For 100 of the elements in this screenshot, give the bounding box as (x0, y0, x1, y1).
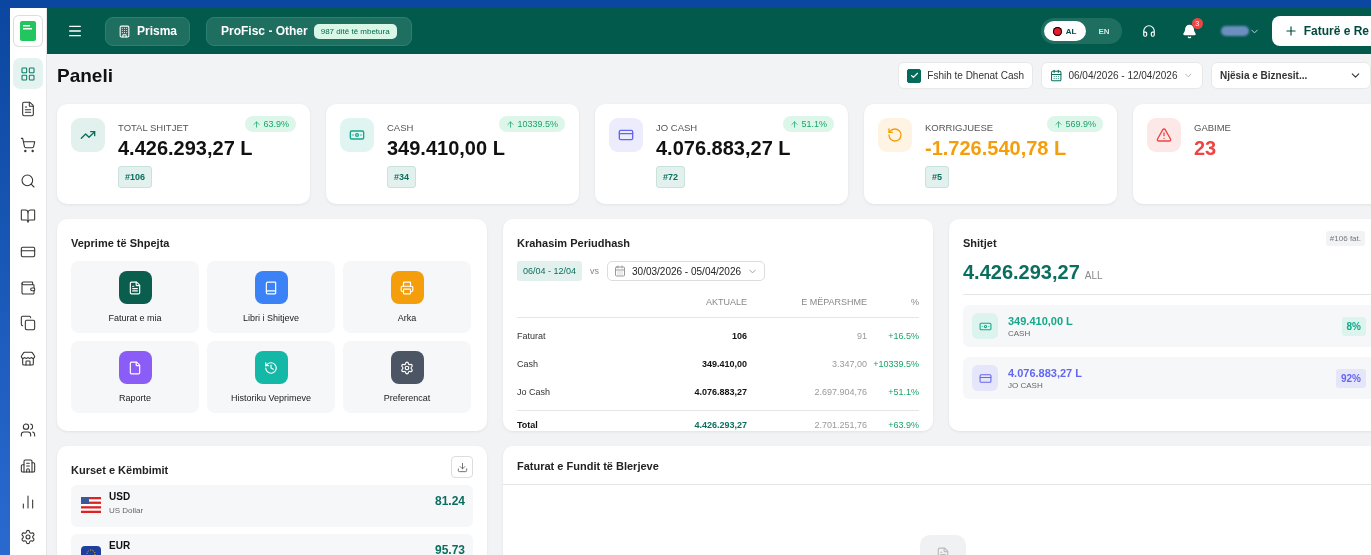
rate-value: 95.73 (434, 543, 465, 555)
stat-title: JO CASH (656, 122, 698, 133)
tile-label: Arka (397, 313, 417, 323)
banknote-icon (972, 313, 998, 339)
book-icon (20, 208, 36, 225)
table-cell-text: Cash (517, 358, 539, 371)
table-cell-text: Jo Cash (517, 386, 552, 399)
new-invoice-button[interactable]: Faturë e Re (1271, 16, 1371, 46)
current-period-badge: 06/04 - 12/04 (517, 261, 583, 281)
tile-label: Historiku Veprimeve (231, 393, 311, 403)
previous-period-picker[interactable]: 30/03/2026 - 05/04/2026 (607, 261, 766, 281)
quick-action-tile[interactable]: Raporte (71, 341, 199, 413)
hide-cash-checkbox[interactable]: Fshih te Dhenat Cash (898, 62, 1033, 89)
tile-label: Faturat e mia (108, 313, 162, 323)
quick-action-tile[interactable]: Preferencat (343, 341, 471, 413)
panel-title: Kurset e Këmbimit (71, 464, 169, 476)
stat-value: 349.410,00 L (387, 137, 505, 160)
search-icon (20, 172, 36, 189)
vs-label: vs (590, 266, 600, 276)
arrow-up-icon (252, 119, 262, 129)
building-icon (118, 24, 131, 38)
page-title: Paneli (57, 64, 113, 87)
plan-button[interactable]: ProFisc - Other 987 ditë të mbetura (206, 16, 412, 46)
change-badge: 63.9% (245, 116, 296, 132)
stat-value: 23 (1194, 137, 1218, 160)
stat-title: GABIME (1194, 122, 1231, 133)
bell-icon (1181, 23, 1197, 39)
arrow-up-icon (506, 119, 516, 129)
building-icon (20, 457, 36, 474)
tile-label: Libri i Shitjeve (243, 313, 299, 323)
table-cell-text: +51.1% (887, 386, 919, 399)
download-button[interactable] (451, 456, 473, 478)
column-header: E MËPARSHME (747, 293, 867, 318)
table-cell-text: 4.076.883,27 (693, 386, 747, 399)
quick-action-tile[interactable]: Libri i Shitjeve (207, 261, 335, 333)
undo-icon (878, 118, 912, 152)
quick-action-tile[interactable]: Arka (343, 261, 471, 333)
stat-value: 4.426.293,27 L (118, 137, 253, 160)
tile-label: Raporte (119, 393, 151, 403)
copy-icon (20, 315, 36, 332)
quick-action-tile[interactable]: Faturat e mia (71, 261, 199, 333)
panel-title: Faturat e Fundit të Blerjeve (517, 460, 659, 472)
table-cell-text: +63.9% (887, 419, 919, 432)
table-cell-text: 4.426.293,27 (693, 419, 747, 432)
table-cell-text: 2.701.251,76 (813, 419, 867, 432)
card-icon (609, 118, 643, 152)
sales-label: CASH (1008, 328, 1032, 338)
arrow-up-icon (1054, 119, 1064, 129)
business-unit-select[interactable]: Njësia e Biznesit... (1211, 62, 1371, 89)
sidebar-item[interactable] (13, 57, 43, 90)
count-badge: #72 (656, 166, 686, 188)
count-badge: #34 (387, 166, 417, 188)
panel-title: Shitjet (963, 237, 997, 249)
settings-icon (20, 529, 36, 546)
document-icon (20, 101, 36, 118)
plus-icon (1283, 24, 1298, 38)
calendar-icon (614, 265, 627, 277)
stat-title: TOTAL SHITJET (118, 122, 189, 133)
usa-flag-icon (81, 497, 101, 513)
column-header: AKTUALE (637, 293, 747, 318)
panel-title: Krahasim Periudhash (517, 237, 631, 249)
calendar-icon (1050, 69, 1063, 82)
stat-title: KORRIGJUESE (925, 122, 994, 133)
users-icon (20, 422, 36, 439)
business-button[interactable]: Prisma (105, 16, 191, 46)
currency-label: ALL (1084, 270, 1103, 281)
sales-label: JO CASH (1008, 380, 1044, 390)
share-badge: 92% (1336, 368, 1366, 388)
sales-value: 4.076.883,27 L (1008, 366, 1082, 379)
sales-value: 349.410,00 L (1008, 314, 1073, 327)
quick-action-tile[interactable]: Historiku Veprimeve (207, 341, 335, 413)
warning-icon (1147, 118, 1181, 152)
tile-label: Preferencat (383, 393, 431, 403)
table-cell-text: +16.5% (887, 330, 919, 343)
download-icon (456, 461, 468, 473)
app-logo (14, 16, 42, 46)
store-icon (20, 350, 36, 367)
sales-total: 4.426.293,27 (963, 261, 1080, 284)
trend-icon (71, 118, 105, 152)
count-badge: #5 (925, 166, 949, 188)
currency-code: EUR (109, 540, 131, 551)
days-left-badge: 987 ditë të mbetura (313, 23, 397, 39)
language-option[interactable]: EN (1089, 21, 1119, 41)
stat-value: 4.076.883,27 L (656, 137, 791, 160)
currency-code: USD (109, 491, 132, 502)
invoice-count-badge: #106 fat. (1325, 231, 1365, 246)
banknote-icon (340, 118, 374, 152)
change-badge: 51.1% (783, 116, 834, 132)
table-cell-text: 2.697.904,76 (813, 386, 867, 399)
menu-icon[interactable] (67, 23, 83, 39)
dashboard-icon (20, 65, 36, 82)
chart-icon (20, 493, 36, 510)
table-cell-text: 106 (730, 330, 747, 343)
arrow-up-icon (790, 119, 800, 129)
table-cell-text: Faturat (517, 330, 547, 343)
language-option[interactable]: AL (1043, 21, 1086, 41)
panel-title: Veprime të Shpejta (71, 237, 170, 249)
stat-value: -1.726.540,78 L (925, 137, 1067, 160)
date-range-picker[interactable]: 06/04/2026 - 12/04/2026 (1041, 62, 1203, 89)
column-header: % (867, 293, 919, 318)
